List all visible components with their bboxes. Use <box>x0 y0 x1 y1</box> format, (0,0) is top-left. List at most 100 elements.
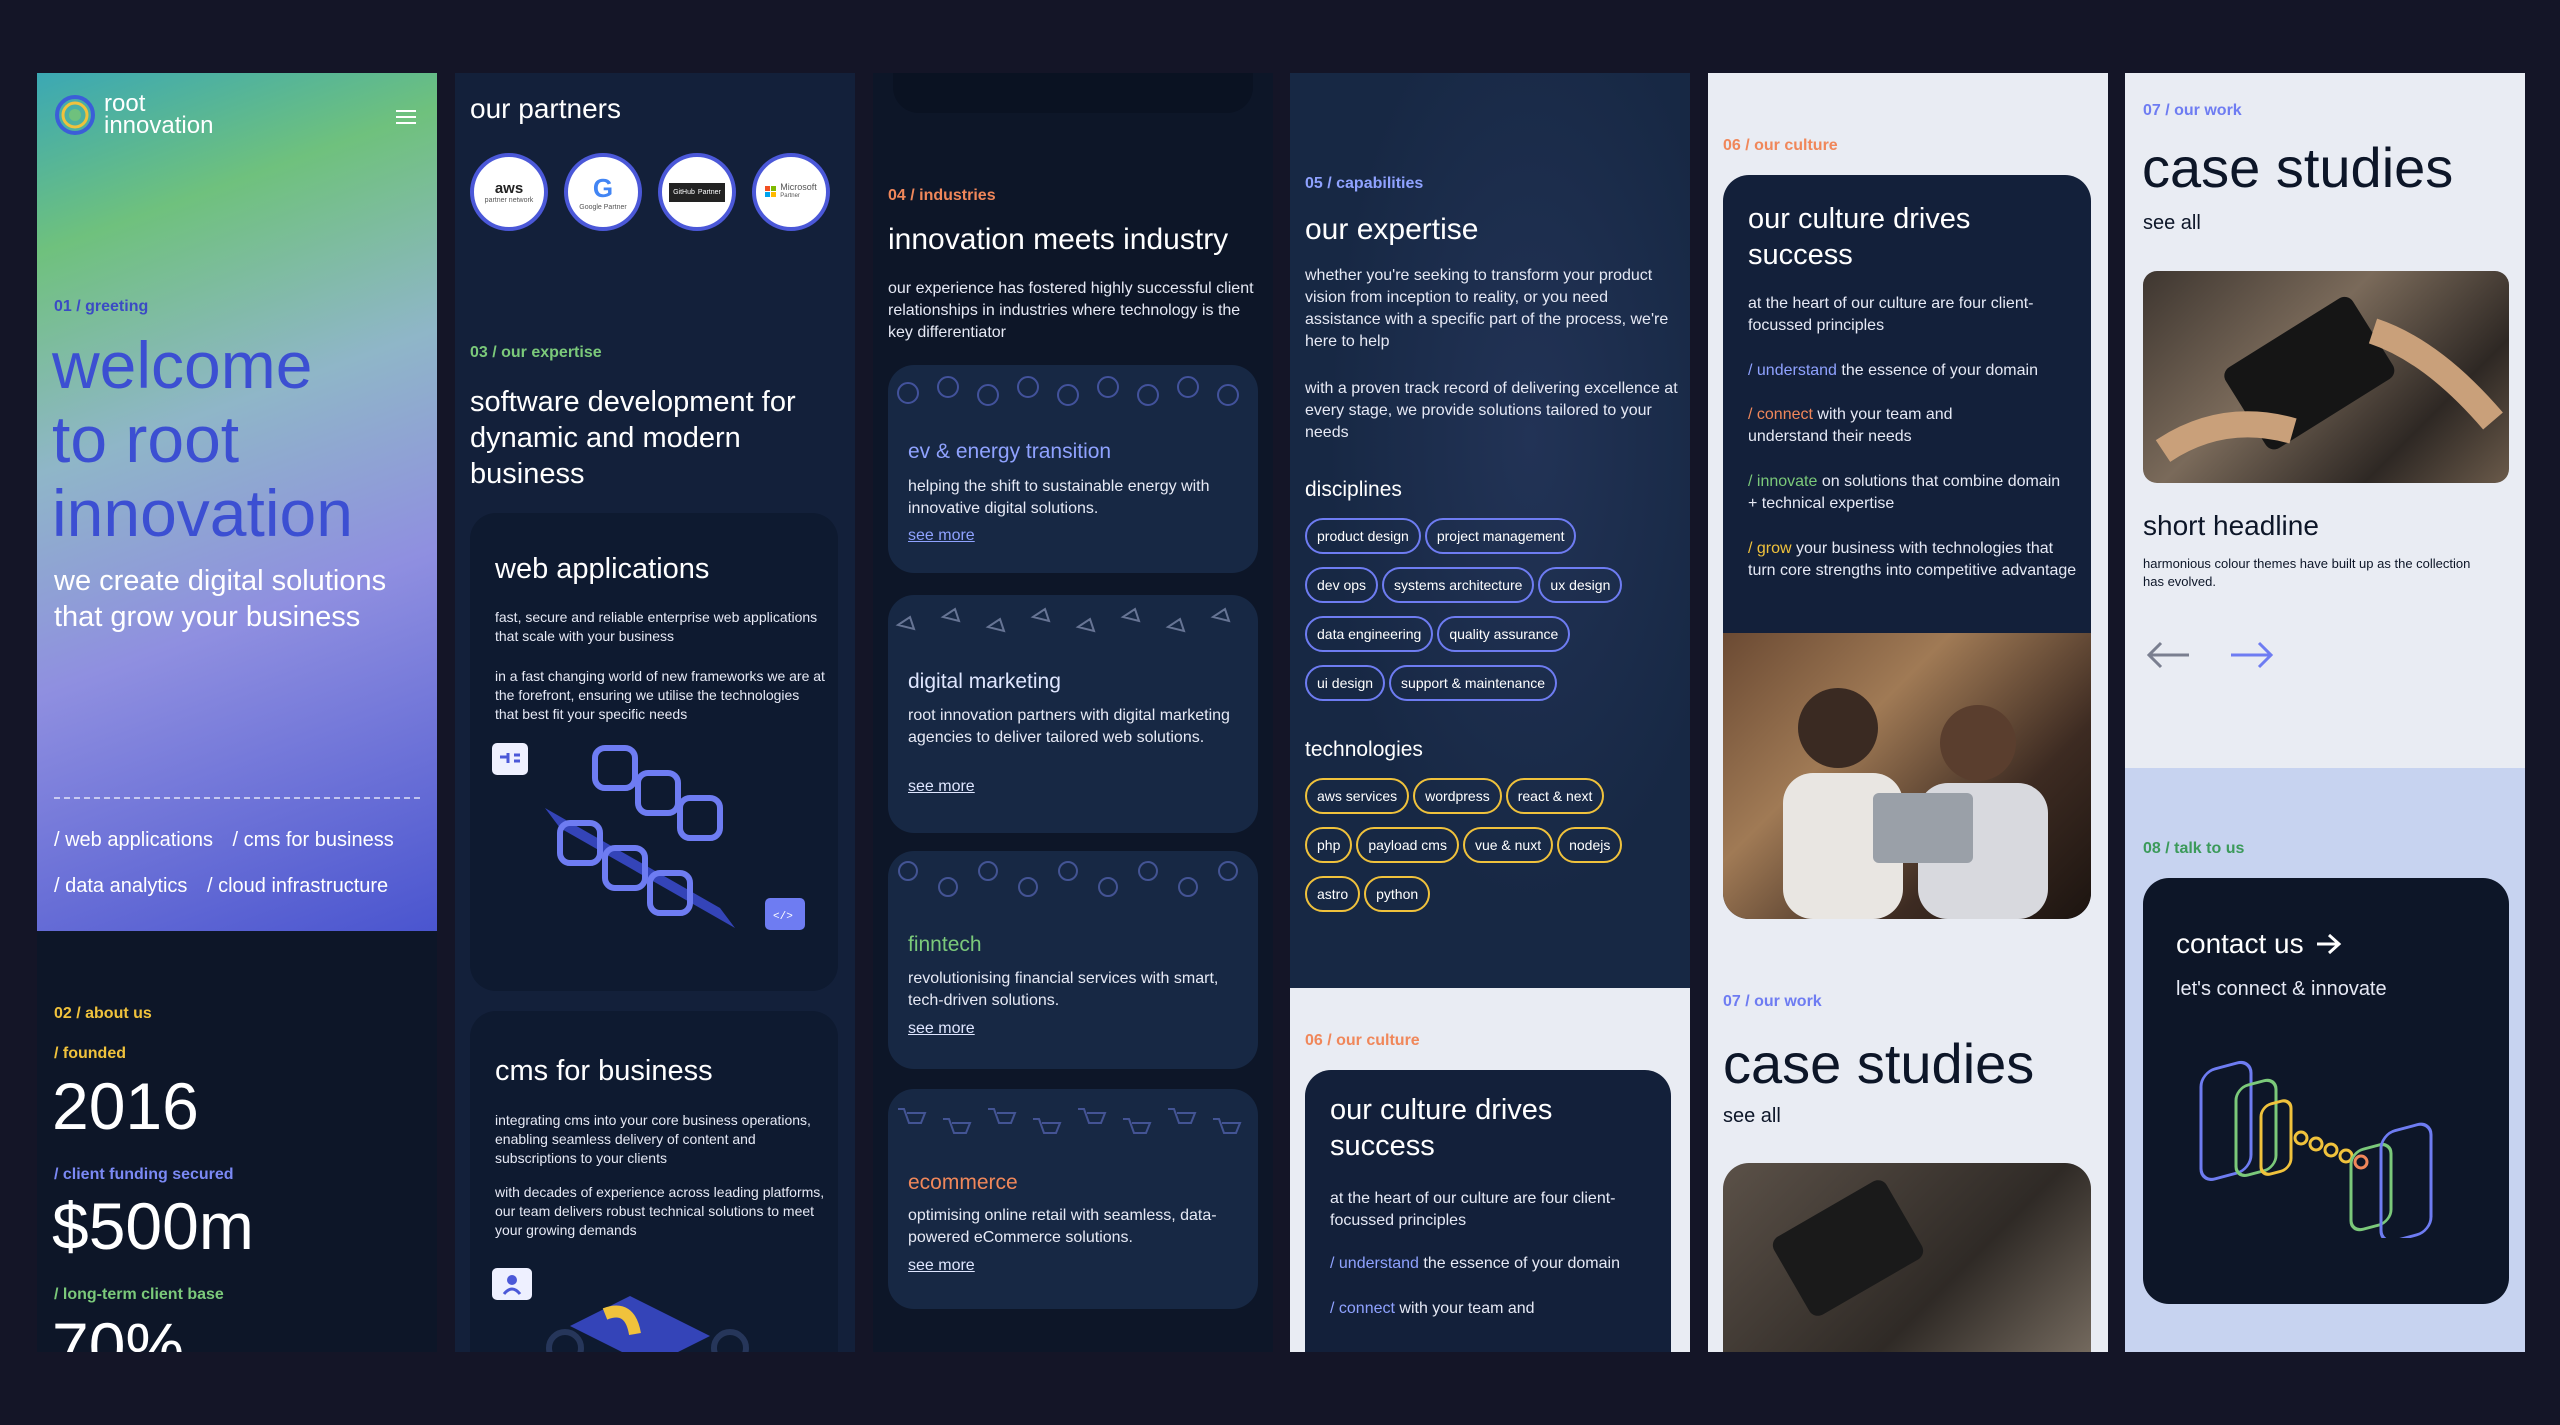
partner-sub: Partner <box>697 188 721 196</box>
work-label: 07 / our work <box>1723 993 1822 1010</box>
industry-card-digital-marketing[interactable]: digital marketing root innovation partne… <box>888 595 1258 833</box>
technology-tag[interactable]: payload cms <box>1356 827 1459 863</box>
industries-label: 04 / industries <box>888 187 996 204</box>
discipline-tag[interactable]: dev ops <box>1305 567 1379 603</box>
cms-card-title: cms for business <box>495 1055 713 1087</box>
technology-tag[interactable]: wordpress <box>1413 778 1502 814</box>
panel-expertise: our partners aws partner network G Google … <box>455 73 855 1352</box>
industry-card-ecommerce[interactable]: ecommerce optimising online retail with … <box>888 1089 1258 1309</box>
founded-value: 2016 <box>52 1069 199 1143</box>
marketing-pattern-icon <box>895 607 1231 633</box>
partner-badge-google[interactable]: G Google Partner <box>564 153 642 231</box>
discipline-tag[interactable]: systems architecture <box>1382 567 1535 603</box>
service-links: / web applications / cms for business / … <box>54 817 434 909</box>
industry-title: digital marketing <box>908 670 1061 693</box>
logo[interactable]: root innovation <box>54 92 214 139</box>
partner-name: GitHub <box>673 188 695 196</box>
hamburger-icon[interactable] <box>396 110 416 124</box>
discipline-tag[interactable]: ui design <box>1305 665 1386 701</box>
technology-tag[interactable]: python <box>1364 876 1431 912</box>
culture-section: 06 / our culture our culture drives succ… <box>1290 988 1690 1352</box>
partner-sub: partner network <box>484 197 534 204</box>
arrow-left-icon[interactable] <box>2143 638 2193 672</box>
arrow-right-icon <box>2316 933 2341 955</box>
principle-key: / connect <box>1330 1300 1395 1317</box>
see-more-link[interactable]: see more <box>908 527 975 545</box>
panel-culture: 06 / our culture our culture drives succ… <box>1708 73 2108 1352</box>
industry-title: finntech <box>908 933 982 956</box>
talk-label: 08 / talk to us <box>2143 840 2245 857</box>
short-headline-desc: harmonious colour themes have built up a… <box>2143 556 2471 589</box>
see-more-link[interactable]: see more <box>908 1020 975 1038</box>
tablet-photo-illustration <box>1772 1180 1924 1316</box>
principle-key: / understand <box>1748 362 1837 379</box>
cms-for-business-card[interactable]: cms for business integrating cms into yo… <box>470 1011 838 1352</box>
contact-title-row[interactable]: contact us <box>2176 928 2344 960</box>
logo-mark-icon <box>55 95 95 135</box>
case-study-image[interactable] <box>1723 1163 2091 1352</box>
partner-badge-aws[interactable]: aws partner network <box>470 153 548 231</box>
capabilities-intro-2: with a proven track record of delivering… <box>1305 380 1678 441</box>
expertise-title: software development for dynamic and mod… <box>470 386 796 490</box>
capabilities-label: 05 / capabilities <box>1305 175 1424 192</box>
welcome-line-3: innovation <box>52 476 353 550</box>
industry-title: ev & energy transition <box>908 440 1112 463</box>
logo-line-2: innovation <box>104 112 214 139</box>
see-more-link[interactable]: see more <box>908 778 975 796</box>
discipline-tag[interactable]: support & maintenance <box>1389 665 1558 701</box>
culture-principle: / innovate on solutions that combine dom… <box>1748 471 2068 515</box>
about-label: 02 / about us <box>54 1005 152 1022</box>
principle-text: with your team and <box>1394 1300 1535 1317</box>
partner-name: G <box>592 173 614 203</box>
web-card-desc-1: fast, secure and reliable enterprise web… <box>495 609 818 644</box>
technology-tag[interactable]: aws services <box>1305 778 1410 814</box>
panel-greeting: root innovation 01 / greeting welcome to… <box>37 73 437 1352</box>
culture-card: our culture drives success at the heart … <box>1305 1070 1671 1352</box>
discipline-tag[interactable]: quality assurance <box>1437 616 1571 652</box>
technology-tag[interactable]: php <box>1305 827 1353 863</box>
panel-industries: 04 / industries innovation meets industr… <box>873 73 1273 1352</box>
discipline-tag[interactable]: product design <box>1305 518 1421 554</box>
case-study-image[interactable] <box>2143 271 2509 483</box>
panel-capabilities: 05 / capabilities our expertise whether … <box>1290 73 1690 1352</box>
industry-card-finntech[interactable]: finntech revolutionising financial servi… <box>888 851 1258 1069</box>
tablet-photo-illustration <box>2155 296 2503 462</box>
partner-sub: Google Partner <box>579 204 627 211</box>
arrow-right-icon[interactable] <box>2227 638 2277 672</box>
ev-pattern-icon <box>897 376 1239 406</box>
web-applications-illustration: </> <box>492 743 805 930</box>
svg-text:</>: </> <box>773 911 793 923</box>
service-data-analytics[interactable]: / data analytics <box>54 875 187 897</box>
contact-card[interactable]: contact us let's connect & innovate <box>2143 878 2509 1304</box>
discipline-tag[interactable]: project management <box>1424 518 1577 554</box>
principle-key: / grow <box>1748 540 1792 557</box>
partner-name: aws <box>494 180 524 197</box>
web-applications-card[interactable]: web applications fast, secure and reliab… <box>470 513 838 991</box>
technology-tag[interactable]: react & next <box>1505 778 1605 814</box>
partner-sub: Partner <box>780 193 800 199</box>
technology-tag[interactable]: nodejs <box>1557 827 1623 863</box>
partner-badge-microsoft[interactable]: Microsoft Partner <box>752 153 830 231</box>
see-all-link[interactable]: see all <box>1723 1105 1781 1128</box>
service-cms-for-business[interactable]: / cms for business <box>233 829 394 851</box>
industry-desc: revolutionising financial services with … <box>908 970 1219 1009</box>
technology-tag[interactable]: vue & nuxt <box>1462 827 1554 863</box>
technologies-tags: aws services wordpress react & next php pay… <box>1305 778 1685 925</box>
see-more-link[interactable]: see more <box>908 1257 975 1275</box>
partner-badge-github[interactable]: GitHub Partner <box>658 153 736 231</box>
industry-card-ev[interactable]: ev & energy transition helping the shift… <box>888 365 1258 573</box>
microsoft-logo-icon <box>765 186 777 197</box>
industries-title: innovation meets industry <box>888 223 1229 256</box>
contact-title: contact us <box>2176 928 2304 959</box>
technology-tag[interactable]: astro <box>1305 876 1361 912</box>
see-all-link[interactable]: see all <box>2143 212 2201 235</box>
service-cloud-infrastructure[interactable]: / cloud infrastructure <box>207 875 388 897</box>
discipline-tag[interactable]: ux design <box>1538 567 1623 603</box>
technologies-title: technologies <box>1305 738 1423 761</box>
discipline-tag[interactable]: data engineering <box>1305 616 1434 652</box>
industry-desc: optimising online retail with seamless, … <box>908 1207 1217 1246</box>
work-title: case studies <box>2142 136 2454 199</box>
greeting-label: 01 / greeting <box>54 298 149 315</box>
service-web-applications[interactable]: / web applications <box>54 829 213 851</box>
cms-card-desc-1: integrating cms into your core business … <box>495 1112 811 1166</box>
